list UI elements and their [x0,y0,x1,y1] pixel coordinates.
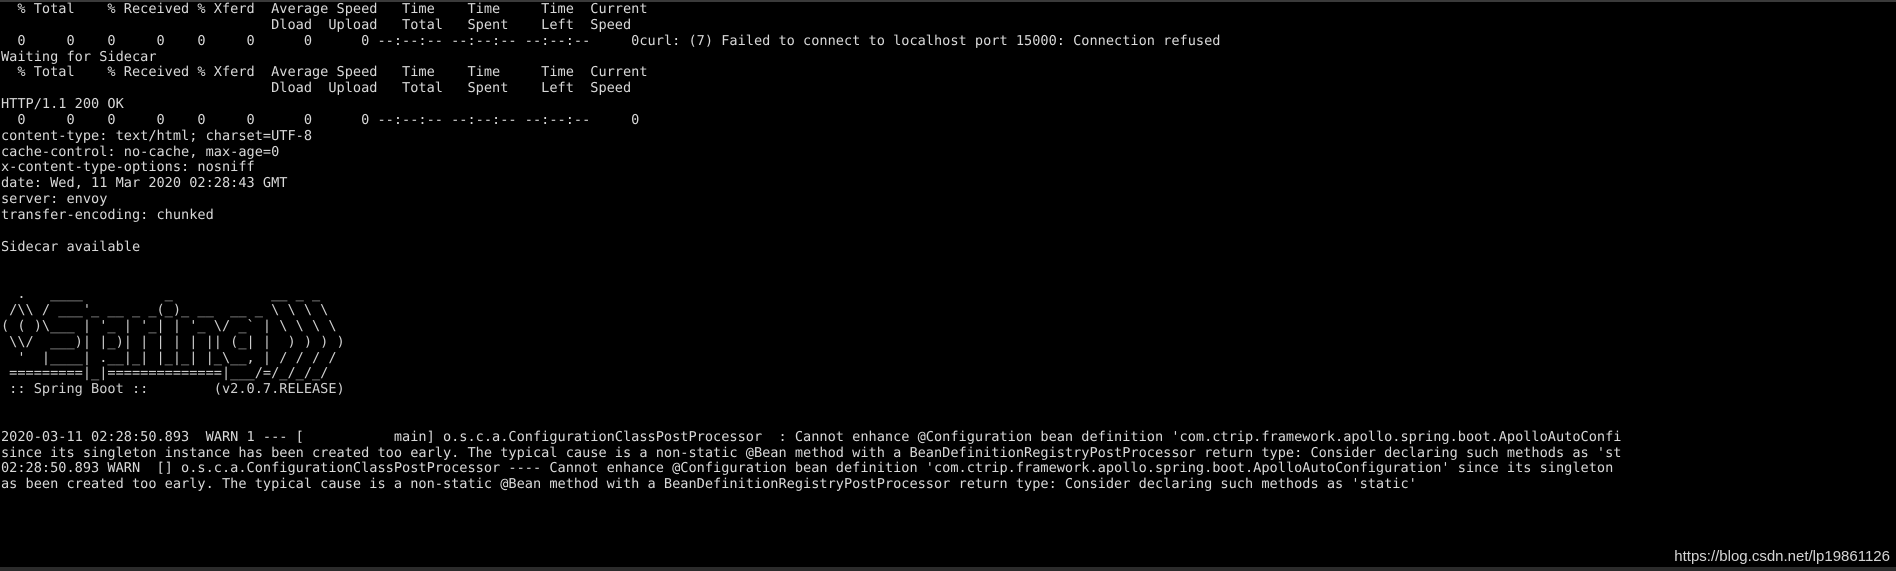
http-header-content-type: content-type: text/html; charset=UTF-8 [1,127,312,144]
blank-line-3 [0,271,1896,287]
blank-line-2 [0,256,1896,272]
http-header-transfer-encoding: transfer-encoding: chunked [1,206,214,223]
terminal-screen[interactable]: % Total % Received % Xferd Average Speed… [0,2,1896,567]
sidecar-available-message: Sidecar available [1,238,141,255]
terminal-window: % Total % Received % Xferd Average Speed… [0,0,1896,571]
spring-boot-version-tagline: :: Spring Boot :: (v2.0.7.RELEASE) [1,381,345,398]
spring-boot-banner-line-4: \\/ ___)| |_)| | | | | || (_| | ) ) ) ) [1,333,345,350]
spring-boot-banner-line-2: /\\ / ___'_ __ _ _(_)_ __ __ _ \ \ \ \ [1,302,329,319]
curl-progress-header-2-line-1: % Total % Received % Xferd Average Speed… [1,64,648,81]
log-line-1-warn-apollo-autoconfiguration: 2020-03-11 02:28:50.893 WARN 1 --- [ mai… [1,428,1622,445]
curl-progress-header-line-1: % Total % Received % Xferd Average Speed… [1,2,648,17]
curl-attempt-1-progress-row: 0 0 0 0 0 0 0 0 --:--:-- --:--:-- --:--:… [1,32,1221,49]
spring-boot-banner-line-6: =========|_|==============|___/=/_/_/_/ [1,365,329,382]
blank-line-1 [0,224,1896,240]
http-status-line: HTTP/1.1 200 OK [1,96,124,113]
spring-boot-banner-line-1: . ____ _ __ _ _ [1,286,321,303]
log-line-4-warn-continuation-repeat: as been created too early. The typical c… [1,476,1417,493]
curl-progress-header-2-line-2: Dload Upload Total Spent Left Speed [1,80,632,97]
csdn-blog-watermark: https://blog.csdn.net/lp19861126 [1674,548,1890,565]
http-header-server: server: envoy [1,191,108,208]
blank-line-4 [0,398,1896,414]
spring-boot-banner-line-5: ' |____| .__|_| |_|_| |_\__, | / / / / [1,349,337,366]
log-line-2-warn-continuation: since its singleton instance has been cr… [1,444,1622,461]
blank-line-5 [0,414,1896,430]
waiting-for-sidecar-message: Waiting for Sidecar [1,48,157,65]
window-bottom-border [0,567,1896,571]
curl-attempt-2-progress-row: 0 0 0 0 0 0 0 0 --:--:-- --:--:-- --:--:… [1,111,640,128]
http-header-cache-control: cache-control: no-cache, max-age=0 [1,143,280,160]
spring-boot-banner-line-3: ( ( )\___ | '_ | '_| | '_ \/ _` | \ \ \ … [1,317,337,334]
log-line-3-warn-apollo-autoconfiguration-repeat: 02:28:50.893 WARN [] o.s.c.a.Configurati… [1,460,1614,477]
http-header-x-content-type-options: x-content-type-options: nosniff [1,159,255,176]
curl-progress-header-line-2: Dload Upload Total Spent Left Speed [1,16,632,33]
http-header-date: date: Wed, 11 Mar 2020 02:28:43 GMT [1,175,288,192]
